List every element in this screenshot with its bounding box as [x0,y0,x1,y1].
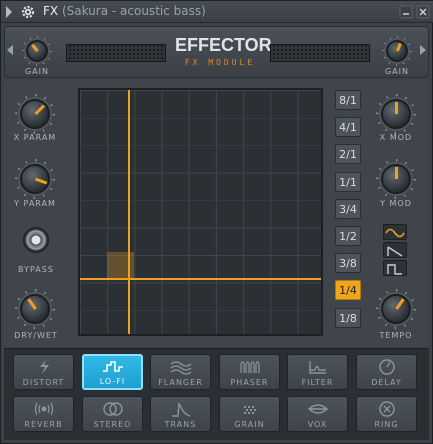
tempo-division-button[interactable]: 2/1 [335,144,361,165]
effect-label: LO-FI [99,377,126,386]
knob-indicator [34,177,47,185]
effect-button-distort[interactable]: DISTORT [13,354,74,390]
trans-icon [171,402,190,417]
effect-button-vox[interactable]: VOX [287,396,348,432]
tempo-division-button[interactable]: 1/8 [335,307,361,328]
x-param-knob[interactable] [20,99,50,129]
nav-right-icon[interactable] [420,45,426,55]
gain-left-knob[interactable] [26,40,48,62]
tempo-division-button[interactable]: 8/1 [335,90,361,110]
ring-icon [378,401,395,417]
effect-button-filter[interactable]: FILTER [287,354,348,390]
reverb-icon [34,402,53,416]
sine-wave-button[interactable] [383,224,407,240]
knob-indicator [27,298,37,310]
effect-button-trans[interactable]: TRANS [150,396,211,432]
tempo-division-button[interactable]: 4/1 [335,117,361,138]
fx-window: FX (Sakura - acoustic bass) GAIN EFFECTO… [0,0,433,444]
window-title: FX (Sakura - acoustic bass) [43,4,206,18]
x-param-label: X PARAM [13,133,57,142]
effect-button-stereo[interactable]: STEREO [82,396,143,432]
effect-label: DELAY [371,378,402,387]
effect-label: PHASER [230,378,269,387]
effect-button-grain[interactable]: GRAIN [219,396,280,432]
tempo-knob[interactable] [381,294,411,324]
x-mod-label: X MOD [379,133,413,142]
y-mod-label: Y MOD [380,199,412,208]
delay-icon [378,359,395,375]
knob-indicator [395,42,402,52]
effect-button-lofi[interactable]: LO-FI [82,354,143,390]
flanger-icon [170,361,191,375]
y-param-label: Y PARAM [14,199,56,208]
gain-right-knob[interactable] [386,40,408,62]
knob-indicator [394,102,398,114]
filter-icon [308,361,326,374]
bypass-button[interactable] [23,227,49,253]
effect-label: STEREO [93,420,132,429]
saw-wave-icon [387,246,403,257]
effect-button-reverb[interactable]: REVERB [13,396,74,432]
effect-label: TRANS [164,420,197,429]
dry-wet-knob[interactable] [20,294,50,324]
window-title-subtitle: (Sakura - acoustic bass) [61,4,206,18]
tempo-division-button[interactable]: 3/4 [335,198,361,219]
knob-indicator [30,43,39,52]
effect-label: DISTORT [22,378,65,387]
knob-indicator [394,167,398,179]
tempo-division-button[interactable]: 1/4 [335,280,361,301]
y-mod-knob[interactable] [381,164,411,194]
header-panel: GAIN EFFECTOR FX MODULE GAIN [4,26,429,78]
square-wave-icon [387,264,402,275]
lcd-display-right [270,44,370,62]
close-icon[interactable] [415,4,431,20]
phaser-icon [239,361,260,373]
xy-vertical-line[interactable] [128,90,130,334]
effect-button-phaser[interactable]: PHASER [219,354,280,390]
effect-button-delay[interactable]: DELAY [356,354,417,390]
collapse-arrow-icon[interactable] [6,6,12,18]
logo-subtitle: FX MODULE [184,58,256,67]
effect-label: FLANGER [158,378,203,387]
effect-button-flanger[interactable]: FLANGER [150,354,211,390]
knob-indicator [394,298,404,310]
effect-label: REVERB [24,420,63,429]
gain-right-label: GAIN [384,67,409,76]
tempo-label: TEMPO [379,331,413,340]
effect-label: VOX [307,420,328,429]
square-wave-button[interactable] [383,260,407,276]
tempo-division-button[interactable]: 1/2 [335,226,361,246]
dry-wet-label: DRY/WET [14,331,58,340]
lcd-display-left [66,44,166,62]
effect-label: FILTER [301,378,334,387]
minimize-icon[interactable] [398,4,414,20]
lofi-icon [102,361,123,372]
vox-icon [307,404,328,414]
tempo-division-button[interactable]: 3/8 [335,253,361,274]
effect-button-ring[interactable]: RING [356,396,417,432]
window-title-name: FX [43,4,59,18]
xy-pad[interactable] [78,88,323,336]
y-param-knob[interactable] [20,164,50,194]
bypass-label: BYPASS [18,265,54,274]
x-mod-knob[interactable] [381,99,411,129]
sine-wave-icon [385,228,405,238]
saw-wave-button[interactable] [383,242,407,258]
xy-horizontal-line [80,278,321,280]
tempo-division-button[interactable]: 1/1 [335,171,361,192]
grain-icon [243,406,256,414]
logo-title: EFFECTOR [175,35,272,55]
stereo-icon [102,402,123,416]
effect-label: RING [374,420,399,429]
effect-label: GRAIN [234,420,265,429]
title-bar[interactable]: FX (Sakura - acoustic bass) [1,1,433,23]
knob-indicator [33,104,45,116]
gear-icon[interactable] [20,4,36,20]
distort-icon [39,360,49,374]
gain-left-label: GAIN [24,67,49,76]
nav-left-icon[interactable] [7,45,13,55]
